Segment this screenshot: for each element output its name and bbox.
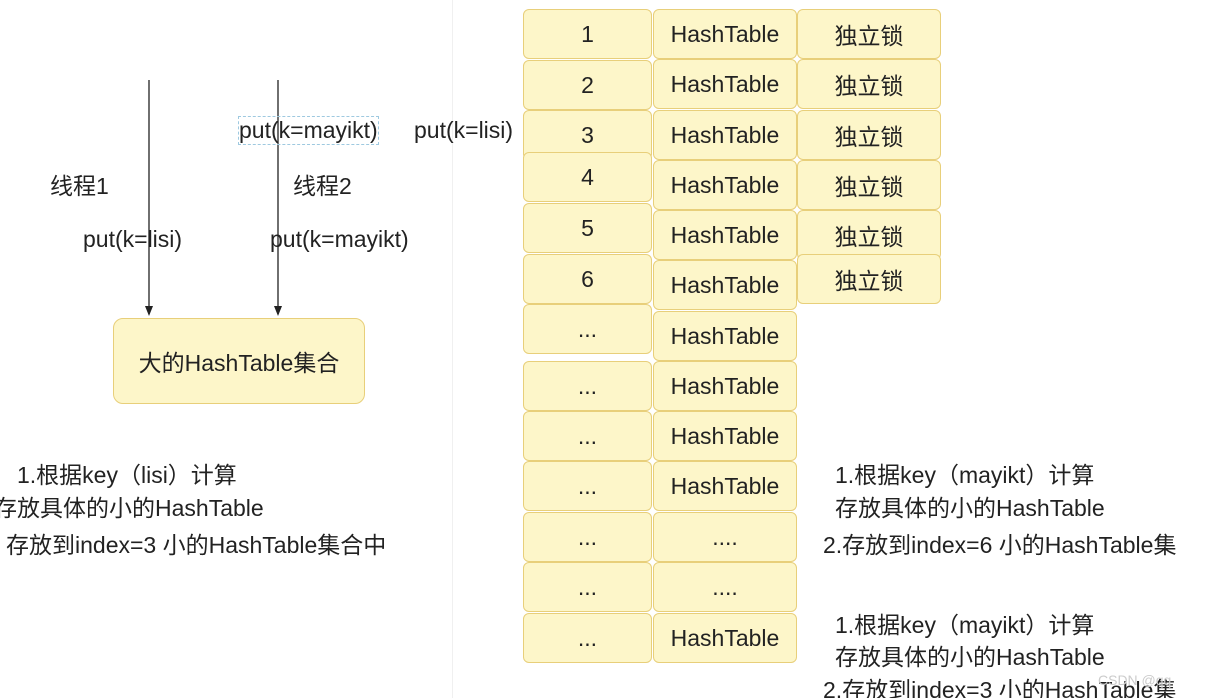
- index-cell: ...: [523, 461, 652, 511]
- hashtable-cell: HashTable: [653, 613, 797, 663]
- hashtable-cell: HashTable: [653, 160, 797, 210]
- slide: put(k=mayikt) put(k=lisi) 线程1 线程2 put(k=…: [0, 0, 1231, 698]
- thread2-label: 线程2: [293, 173, 352, 199]
- left-note-line: 存放到index=3 小的HashTable集合中: [6, 532, 387, 558]
- thread1-put: put(k=lisi): [83, 226, 183, 252]
- index-cell: 2: [523, 60, 652, 110]
- lock-cell: 独立锁: [797, 110, 941, 160]
- hashtable-cell: ....: [653, 562, 797, 612]
- index-cell: 5: [523, 203, 652, 253]
- hashtable-cell: HashTable: [653, 461, 797, 511]
- top-put-lisi: put(k=lisi): [414, 117, 514, 143]
- thread2-arrowhead: [274, 306, 282, 316]
- hashtable-cell: HashTable: [653, 210, 797, 260]
- thread1-arrowhead: [145, 306, 153, 316]
- thread1-label: 线程1: [50, 173, 109, 199]
- index-cell: 6: [523, 254, 652, 304]
- index-cell: 4: [523, 152, 652, 202]
- lock-cell: 独立锁: [797, 210, 941, 260]
- right-note1-line: 1.根据key（mayikt）计算: [835, 462, 1095, 488]
- left-note-line: 1.根据key（lisi）计算: [17, 462, 237, 488]
- index-cell: ...: [523, 562, 652, 612]
- top-put-mayikt: put(k=mayikt): [238, 116, 379, 145]
- hashtable-cell: ....: [653, 512, 797, 562]
- index-cell: ...: [523, 613, 652, 663]
- hashtable-cell: HashTable: [653, 361, 797, 411]
- hashtable-cell: HashTable: [653, 110, 797, 160]
- lock-cell: 独立锁: [797, 254, 941, 304]
- watermark: CSDN @qq: [1098, 672, 1172, 688]
- thread2-put: put(k=mayikt): [270, 226, 409, 252]
- lock-cell: 独立锁: [797, 59, 941, 109]
- right-note1-line: 存放具体的小的HashTable: [835, 495, 1105, 521]
- index-cell: ...: [523, 361, 652, 411]
- index-cell: ...: [523, 512, 652, 562]
- hashtable-cell: HashTable: [653, 9, 797, 59]
- index-cell: 1: [523, 9, 652, 59]
- index-cell: ...: [523, 304, 652, 354]
- lock-cell: 独立锁: [797, 160, 941, 210]
- hashtable-cell: HashTable: [653, 311, 797, 361]
- index-cell: ...: [523, 411, 652, 461]
- right-note2-line: 1.根据key（mayikt）计算: [835, 612, 1095, 638]
- left-note-line: 存放具体的小的HashTable: [0, 495, 264, 521]
- lock-cell: 独立锁: [797, 9, 941, 59]
- hashtable-cell: HashTable: [653, 260, 797, 310]
- hashtable-cell: HashTable: [653, 411, 797, 461]
- big-hashtable-box: 大的HashTable集合: [113, 318, 365, 404]
- hashtable-cell: HashTable: [653, 59, 797, 109]
- right-note2-line: 存放具体的小的HashTable: [835, 644, 1105, 670]
- right-note1-line: 2.存放到index=6 小的HashTable集: [823, 532, 1177, 558]
